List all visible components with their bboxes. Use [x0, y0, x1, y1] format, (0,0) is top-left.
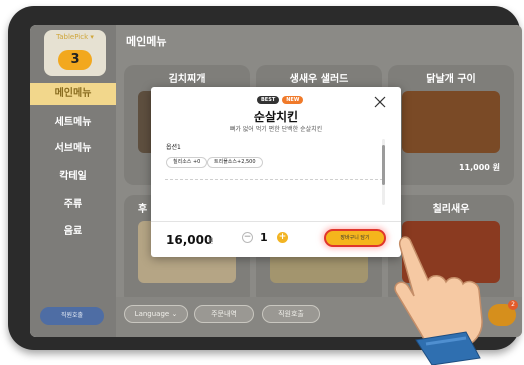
- menu-card-price: 11,000 원: [458, 163, 500, 172]
- quantity-minus-button[interactable]: −: [242, 232, 253, 243]
- menu-card-image: [402, 91, 500, 153]
- category-sidebar: TablePick ▾ 3 메인메뉴 세트메뉴 서브메뉴 칵테일 주류 음료 직…: [30, 25, 116, 337]
- table-selector[interactable]: TablePick ▾ 3: [44, 30, 106, 76]
- option-divider: [165, 179, 383, 180]
- menu-card-name: 칠리새우: [432, 204, 470, 215]
- extra-bottom-button[interactable]: 직원호출: [262, 305, 320, 323]
- category-main-menu[interactable]: 메인메뉴: [30, 83, 116, 105]
- currency-unit: 원: [208, 238, 214, 245]
- item-detail-modal: BEST NEW 순살치킨 뼈가 없어 먹기 편한 단백한 순살치킨 옵션1 칠…: [151, 87, 401, 257]
- menu-card-name: 생새우 샐러드: [289, 74, 349, 85]
- staff-call-button[interactable]: 직원호출: [40, 307, 104, 325]
- page-title: 메인메뉴: [126, 35, 167, 48]
- order-history-button[interactable]: 주문내역: [194, 305, 254, 323]
- item-name: 순살치킨: [253, 110, 299, 124]
- table-number: 3: [58, 50, 92, 70]
- menu-card-chicken-wings[interactable]: 닭날개 구이 11,000 원: [388, 65, 514, 185]
- menu-card-name: 김치찌개: [168, 74, 206, 85]
- language-button[interactable]: Language ⌄: [124, 305, 188, 323]
- item-badges: BEST NEW: [257, 96, 304, 104]
- option-group-title: 옵션1: [166, 144, 181, 151]
- cart-count-badge: 2: [508, 300, 518, 310]
- category-cocktail[interactable]: 칵테일: [30, 167, 116, 182]
- close-icon[interactable]: [374, 96, 386, 108]
- option-chip-triple-sauce[interactable]: 트리플소스+2,500: [207, 157, 263, 168]
- item-description: 뼈가 없어 먹기 편한 단백한 순살치킨: [229, 126, 323, 133]
- category-set-menu[interactable]: 세트메뉴: [30, 113, 116, 128]
- new-badge: NEW: [282, 96, 304, 104]
- quantity-value: 1: [260, 231, 268, 244]
- total-price: 16,000: [166, 233, 213, 247]
- stage: TablePick ▾ 3 메인메뉴 세트메뉴 서브메뉴 칵테일 주류 음료 직…: [0, 0, 524, 365]
- category-liquor[interactable]: 주류: [30, 195, 116, 210]
- table-selector-label: TablePick ▾: [56, 33, 94, 41]
- best-badge: BEST: [257, 96, 280, 104]
- category-beverage[interactable]: 음료: [30, 222, 116, 237]
- pointing-hand-icon: [394, 236, 483, 365]
- menu-card-name: 닭날개 구이: [426, 74, 476, 85]
- option-chip-chili-sauce[interactable]: 칠리소스 +0: [166, 157, 208, 168]
- quantity-plus-button[interactable]: +: [277, 232, 288, 243]
- modal-footer-divider: [151, 221, 401, 222]
- option-scrollbar-thumb[interactable]: [382, 145, 385, 185]
- category-sub-menu[interactable]: 서브메뉴: [30, 139, 116, 154]
